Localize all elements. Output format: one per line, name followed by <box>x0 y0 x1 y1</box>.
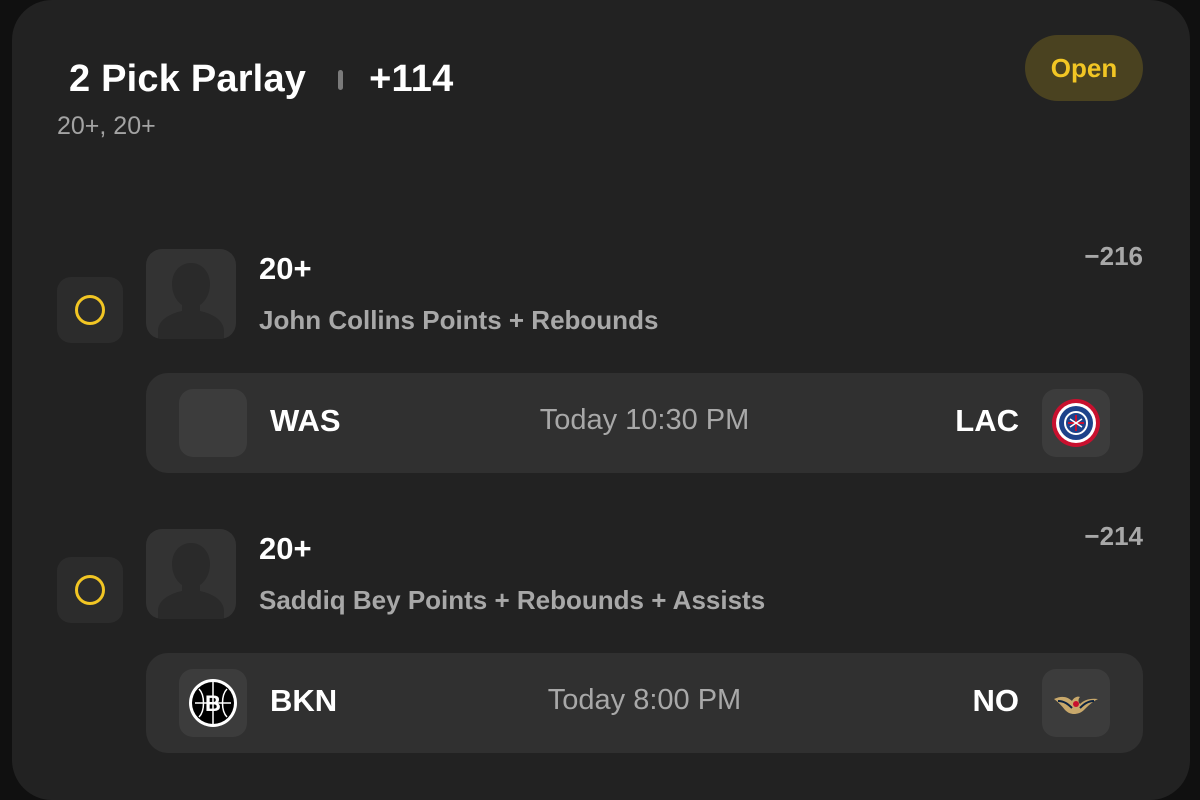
status-badge[interactable]: Open <box>1025 35 1143 101</box>
pick-description: John Collins Points + Rebounds <box>259 305 659 335</box>
parlay-header: 2 Pick Parlay +114 <box>69 58 453 101</box>
person-silhouette-icon <box>158 263 224 339</box>
pick-odds: −216 <box>1084 241 1143 271</box>
pick-line: 20+ <box>259 251 312 286</box>
pick-row: 20+ Saddiq Bey Points + Rebounds + Assis… <box>0 521 1200 759</box>
home-team-abbr: NO <box>972 683 1020 718</box>
title-divider <box>338 69 344 90</box>
clippers-logo-icon <box>1042 389 1110 457</box>
parlay-title: 2 Pick Parlay <box>69 58 307 100</box>
parlay-odds: +114 <box>369 58 454 100</box>
parlay-subtitle: 20+, 20+ <box>57 112 156 140</box>
pick-select-toggle[interactable] <box>57 277 123 343</box>
player-avatar <box>146 249 236 339</box>
pick-line: 20+ <box>259 531 312 566</box>
pick-odds: −214 <box>1084 521 1143 551</box>
radio-circle-icon <box>75 575 105 605</box>
pick-select-toggle[interactable] <box>57 557 123 623</box>
home-team-abbr: LAC <box>955 403 1019 438</box>
player-avatar <box>146 529 236 619</box>
pick-row: 20+ John Collins Points + Rebounds −216 … <box>0 241 1200 479</box>
game-info-bar[interactable]: B BKN Today 8:00 PM NO <box>146 653 1143 753</box>
pelicans-logo-icon <box>1042 669 1110 737</box>
pick-description: Saddiq Bey Points + Rebounds + Assists <box>259 585 766 615</box>
person-silhouette-icon <box>158 543 224 619</box>
game-info-bar[interactable]: WAS Today 10:30 PM LAC <box>146 373 1143 473</box>
radio-circle-icon <box>75 295 105 325</box>
